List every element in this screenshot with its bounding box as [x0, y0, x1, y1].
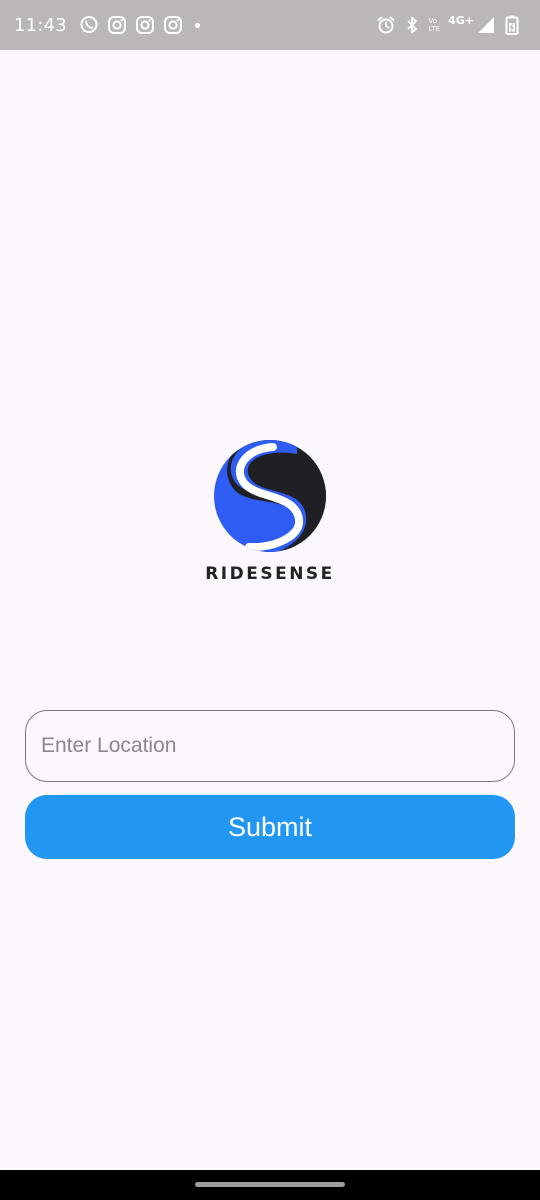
status-bar-right: Vo LTE 4G+ — [376, 0, 528, 50]
volte-icon: Vo LTE — [428, 17, 440, 33]
instagram-icon — [163, 15, 183, 35]
home-indicator[interactable] — [195, 1182, 345, 1187]
battery-icon — [502, 15, 522, 35]
whatsapp-icon — [79, 15, 99, 35]
instagram-icon — [135, 15, 155, 35]
volte-top-label: Vo — [428, 17, 437, 25]
volte-bottom-label: LTE — [428, 25, 441, 33]
status-time: 11:43 — [14, 14, 67, 36]
bluetooth-icon — [402, 15, 422, 35]
status-bar-left: 11:43 — [14, 0, 200, 50]
network-type-label: 4G+ — [448, 13, 474, 27]
location-input[interactable] — [25, 710, 515, 782]
status-bar: 11:43 Vo LTE 4G+ — [0, 0, 540, 50]
navigation-bar — [0, 1170, 540, 1200]
notification-dot-icon — [194, 22, 200, 28]
instagram-icon — [107, 15, 127, 35]
brand-name: RIDESENSE — [205, 564, 335, 584]
alarm-icon — [376, 15, 396, 35]
signal-icon — [476, 15, 496, 35]
submit-button[interactable]: Submit — [25, 795, 515, 859]
ridesense-logo — [205, 436, 335, 558]
